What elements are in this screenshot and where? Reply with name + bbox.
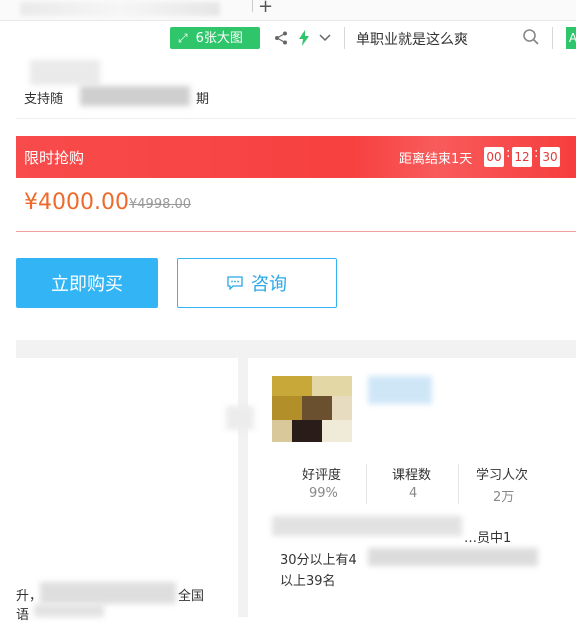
stat-divider: [366, 464, 367, 504]
countdown-seconds: 30: [540, 147, 560, 167]
blurred-area: [226, 406, 254, 430]
view-images-button[interactable]: ⤢ 6张大图: [170, 27, 260, 49]
teacher-desc-line2: 30分以上有4: [280, 553, 357, 568]
blurred-text: [34, 604, 104, 617]
stat-divider: [458, 464, 459, 504]
tab-separator: [252, 0, 253, 12]
chat-icon: [227, 276, 243, 290]
learners-label: 学习人次: [476, 468, 529, 483]
blurred-text: [40, 582, 176, 604]
blurred-text: [368, 548, 538, 566]
consult-button[interactable]: 咨询: [177, 258, 337, 308]
intro-text-line1-end: 全国: [178, 589, 205, 604]
expand-icon: ⤢: [178, 31, 188, 45]
column-gap: [238, 358, 248, 617]
course-count-label: 课程数: [392, 468, 432, 483]
learners-value: 2万: [493, 490, 515, 505]
teacher-desc-line3: 以上39名: [280, 574, 336, 589]
search-input[interactable]: [350, 26, 518, 52]
divider: [16, 118, 576, 119]
flash-sale-title: 限时抢购: [24, 149, 85, 167]
rating-value: 99%: [309, 486, 338, 501]
blurred-area: [30, 60, 100, 85]
blurred-tab-title: [20, 2, 220, 16]
chevron-down-icon[interactable]: [319, 34, 331, 42]
countdown-label: 距离结束1天: [399, 152, 473, 167]
toolbar-divider-2: [552, 27, 553, 49]
lightning-icon[interactable]: [298, 30, 310, 46]
new-tab-button[interactable]: +: [258, 0, 273, 17]
extension-badge[interactable]: A: [566, 27, 576, 49]
rating-label: 好评度: [302, 468, 342, 483]
original-price: ¥4998.00: [129, 197, 192, 212]
search-icon[interactable]: [522, 28, 540, 46]
teacher-desc-line1: …员中1: [464, 531, 512, 546]
support-suffix: 期: [196, 92, 210, 107]
countdown-colon: :: [534, 146, 539, 161]
avatar[interactable]: [272, 376, 352, 442]
section-separator: [16, 340, 576, 358]
teacher-name-blurred: [368, 376, 432, 404]
sale-price: ¥4000.00: [24, 190, 129, 215]
blurred-area: [80, 86, 190, 106]
consult-label: 咨询: [251, 274, 287, 295]
intro-text-line1-start: 升，: [16, 589, 43, 604]
flash-sale-bar: 限时抢购 距离结束1天 00 : 12 : 30: [16, 136, 576, 178]
intro-text-line2: 语: [16, 608, 30, 623]
view-images-label: 6张大图: [195, 31, 243, 46]
share-icon[interactable]: [274, 31, 288, 45]
countdown-colon: :: [506, 146, 511, 161]
price-divider: [16, 231, 576, 232]
course-intro-panel: [16, 358, 238, 617]
support-text: 支持随: [24, 92, 64, 107]
toolbar-divider: [344, 27, 345, 49]
countdown-minutes: 12: [512, 147, 532, 167]
course-count-value: 4: [409, 486, 418, 501]
buy-now-button[interactable]: 立即购买: [16, 258, 158, 308]
countdown-hours: 00: [484, 147, 504, 167]
blurred-text: [272, 516, 462, 536]
